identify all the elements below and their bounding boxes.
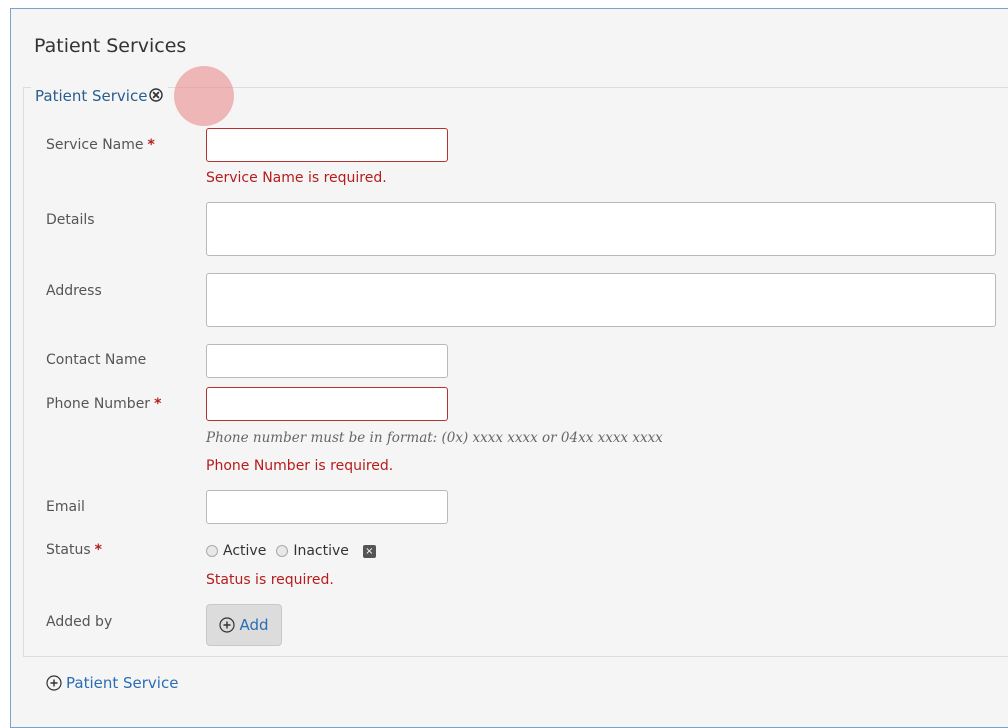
service-name-error: Service Name is required. [206,170,387,186]
required-mark: * [154,396,162,412]
phone-number-error: Phone Number is required. [206,458,394,474]
clear-selection-icon[interactable]: × [362,544,376,558]
patient-service-fieldset [23,87,1008,657]
radio-button[interactable] [276,545,289,557]
add-user-button[interactable]: Add [206,604,282,646]
panel-title: Patient Services [34,35,187,57]
details-label: Details [46,212,95,228]
click-highlight [174,66,234,126]
status-option-inactive[interactable]: Inactive [276,543,349,559]
details-textarea[interactable] [206,202,996,256]
phone-number-hint: Phone number must be in format: (0x) xxx… [206,430,663,446]
remove-circle-icon[interactable] [149,85,164,102]
plus-circle-icon [46,675,62,691]
fieldset-legend: Patient Service [31,84,169,108]
added-by-label: Added by [46,614,113,630]
phone-number-input[interactable] [206,387,448,421]
add-button-label: Add [239,616,269,634]
add-patient-service-label: Patient Service [66,674,179,692]
service-name-label: Service Name * [46,137,155,153]
status-option-active[interactable]: Active [206,543,266,559]
email-label: Email [46,499,85,515]
contact-name-label: Contact Name [46,352,147,368]
phone-number-label: Phone Number * [46,396,162,412]
service-name-input[interactable] [206,128,448,162]
status-error: Status is required. [206,572,334,588]
address-textarea[interactable] [206,273,996,327]
email-input[interactable] [206,490,448,524]
add-patient-service-link[interactable]: Patient Service [46,674,178,692]
contact-name-input[interactable] [206,344,448,378]
plus-circle-icon [219,617,236,633]
required-mark: * [94,542,102,558]
status-label: Status * [46,542,102,558]
radio-button[interactable] [206,545,218,557]
legend-label: Patient Service [35,87,148,105]
required-mark: * [147,137,155,153]
address-label: Address [46,283,102,299]
status-radio-group: Active Inactive × [206,541,376,561]
